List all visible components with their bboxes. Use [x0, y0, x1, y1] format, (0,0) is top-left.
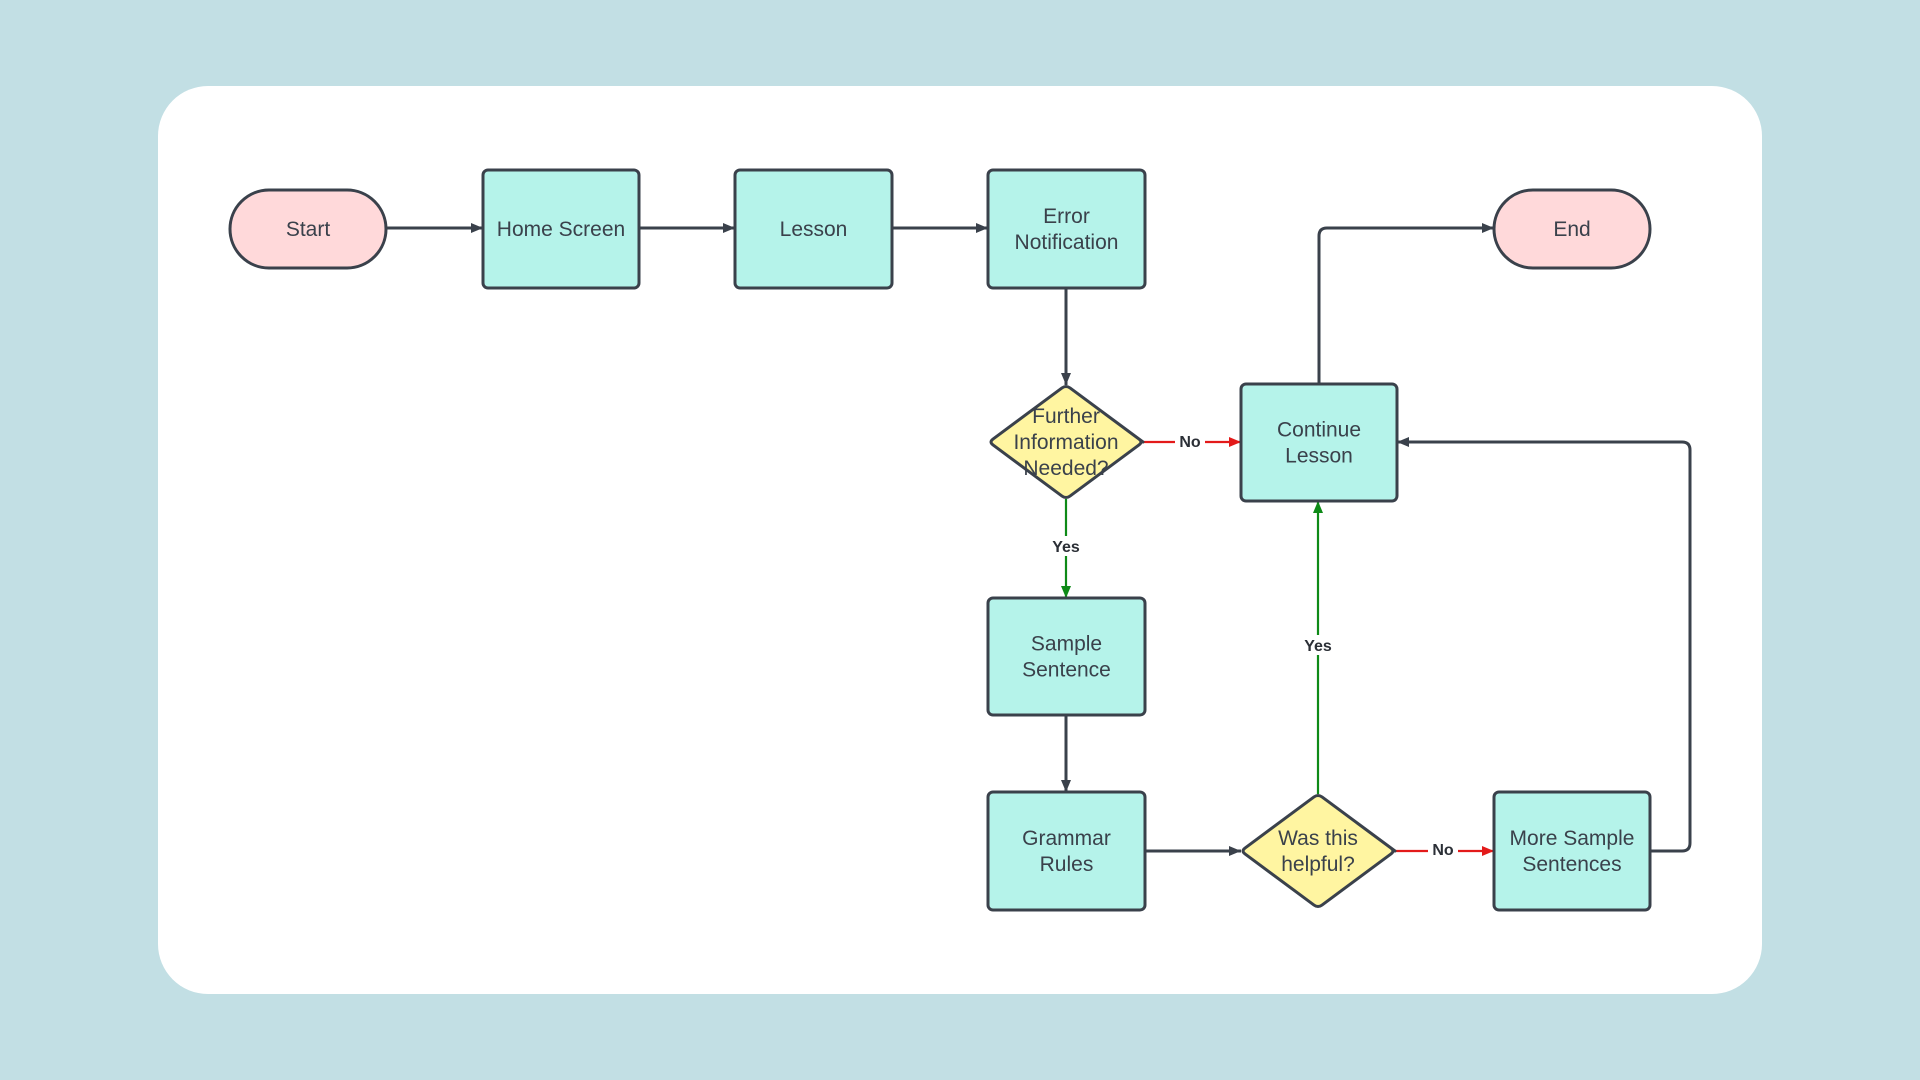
- node-label: Sample: [1031, 633, 1102, 656]
- connector-line[interactable]: [1317, 223, 1494, 384]
- node-label: Sentence: [1022, 659, 1111, 682]
- node-label: Further: [1032, 405, 1100, 428]
- node-home[interactable]: Home Screen: [481, 168, 641, 290]
- node-continue[interactable]: Continue Lesson: [1239, 382, 1399, 503]
- process-box[interactable]: [1492, 790, 1652, 912]
- edge-label-yes: Yes: [1052, 539, 1080, 556]
- decision-diamond[interactable]: [1241, 793, 1397, 909]
- node-sample[interactable]: Sample Sentence: [986, 596, 1147, 717]
- node-error[interactable]: Error Notification: [986, 168, 1147, 290]
- node-label: End: [1553, 218, 1590, 241]
- node-label: More Sample: [1510, 827, 1635, 850]
- flowchart: No Yes Yes No Start Home Screen Lesson Error Not…: [228, 168, 1692, 912]
- edge-label-no: No: [1432, 842, 1454, 859]
- node-label: Start: [286, 218, 331, 241]
- node-lesson[interactable]: Lesson: [733, 168, 894, 290]
- process-box[interactable]: [986, 596, 1147, 717]
- edge-further-to-sample[interactable]: Yes: [1051, 499, 1081, 598]
- node-helpful[interactable]: Was this helpful?: [1241, 793, 1397, 909]
- node-label: Lesson: [1285, 445, 1353, 468]
- node-label: Information: [1013, 431, 1118, 454]
- node-label: Error: [1043, 205, 1090, 228]
- node-label: Continue: [1277, 419, 1361, 442]
- node-start[interactable]: Start: [228, 188, 388, 270]
- edge-continue-to-end[interactable]: [1317, 223, 1494, 384]
- edge-more-to-continue[interactable]: [1397, 437, 1692, 853]
- node-label: Home Screen: [497, 218, 625, 241]
- connector-line[interactable]: [1397, 437, 1692, 853]
- node-more[interactable]: More Sample Sentences: [1492, 790, 1652, 912]
- node-further[interactable]: Further Information Needed?: [989, 384, 1145, 500]
- edge-label-yes: Yes: [1304, 638, 1332, 655]
- node-label: Lesson: [780, 218, 848, 241]
- node-label: Grammar: [1022, 827, 1111, 850]
- edge-helpful-to-continue[interactable]: Yes: [1303, 501, 1333, 794]
- edge-label-no: No: [1179, 434, 1201, 451]
- edge-further-to-continue[interactable]: No: [1143, 431, 1241, 451]
- node-grammar[interactable]: Grammar Rules: [986, 790, 1147, 912]
- process-box[interactable]: [1239, 382, 1399, 503]
- node-label: Rules: [1040, 853, 1094, 876]
- process-box[interactable]: [986, 790, 1147, 912]
- node-end[interactable]: End: [1492, 188, 1652, 270]
- node-label: helpful?: [1281, 853, 1355, 876]
- node-label: Notification: [1015, 231, 1119, 254]
- process-box[interactable]: [986, 168, 1147, 290]
- node-label: Sentences: [1522, 853, 1621, 876]
- edge-helpful-to-more[interactable]: No: [1395, 839, 1494, 859]
- node-label: Needed?: [1023, 457, 1108, 480]
- node-label: Was this: [1278, 827, 1358, 850]
